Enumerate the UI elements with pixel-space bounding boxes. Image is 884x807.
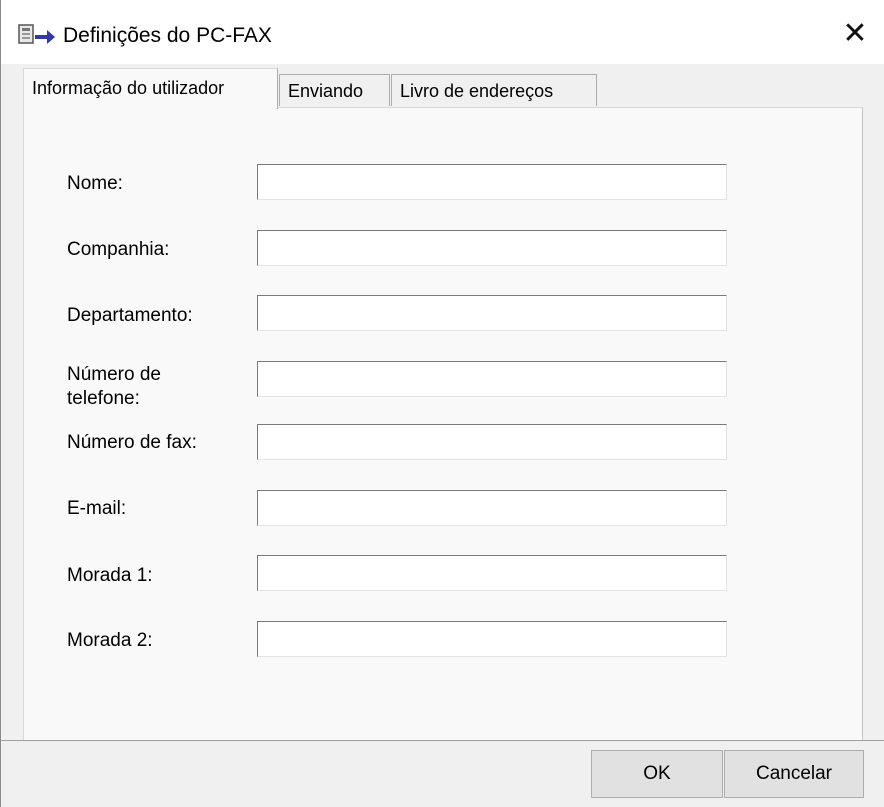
title-bar: Definições do PC-FAX ✕	[1, 0, 884, 64]
tab-address-book[interactable]: Livro de endereços	[391, 74, 597, 106]
email-input[interactable]	[257, 490, 727, 526]
close-icon: ✕	[842, 16, 868, 50]
fax-input[interactable]	[257, 424, 727, 460]
cancel-button[interactable]: Cancelar	[724, 750, 864, 798]
pc-fax-icon	[17, 22, 57, 50]
department-label: Departamento:	[67, 305, 193, 326]
close-button[interactable]: ✕	[825, 8, 884, 58]
company-label: Companhia:	[67, 239, 170, 260]
address2-input[interactable]	[257, 621, 727, 657]
tab-sending[interactable]: Enviando	[279, 74, 390, 106]
phone-label: Número de telefone:	[67, 364, 161, 409]
user-info-panel: Nome: Companhia: Departamento: Número de…	[23, 107, 863, 741]
footer-divider	[1, 740, 884, 741]
address2-label: Morada 2:	[67, 630, 153, 651]
ok-button[interactable]: OK	[591, 750, 723, 798]
pc-fax-settings-dialog: Definições do PC-FAX ✕ Informação do uti…	[0, 0, 884, 807]
name-label: Nome:	[67, 173, 123, 194]
address1-input[interactable]	[257, 555, 727, 591]
department-input[interactable]	[257, 295, 727, 331]
tab-strip: Informação do utilizador Enviando Livro …	[23, 68, 863, 109]
fax-label: Número de fax:	[67, 432, 197, 453]
tab-user-info[interactable]: Informação do utilizador	[23, 68, 278, 109]
name-input[interactable]	[257, 164, 727, 200]
address1-label: Morada 1:	[67, 565, 153, 586]
company-input[interactable]	[257, 230, 727, 266]
phone-input[interactable]	[257, 361, 727, 397]
window-title: Definições do PC-FAX	[63, 24, 272, 47]
email-label: E-mail:	[67, 498, 127, 519]
